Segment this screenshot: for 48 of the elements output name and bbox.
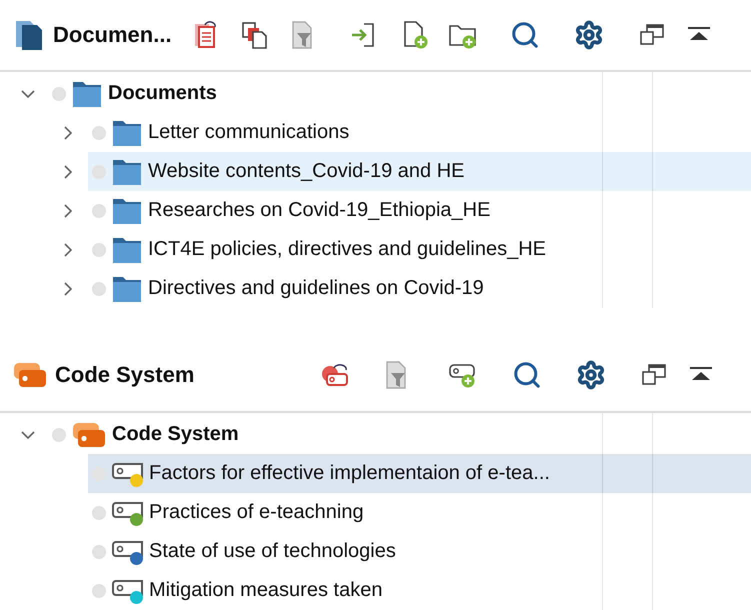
- tree-item-label[interactable]: Letter communications: [148, 121, 350, 144]
- panel-title: Code System: [55, 362, 194, 388]
- status-dot: [92, 164, 106, 178]
- tree-item-label[interactable]: Directives and guidelines on Covid-19: [148, 277, 484, 300]
- tree-row[interactable]: Documents: [48, 74, 751, 113]
- status-dot: [52, 86, 66, 100]
- tree-row[interactable]: Letter communications: [88, 113, 751, 152]
- tree-item-label[interactable]: Website contents_Covid-19 and HE: [148, 160, 464, 183]
- tree-row[interactable]: Researches on Covid-19_Ethiopia_HE: [88, 191, 751, 230]
- documents-icon: [13, 19, 45, 51]
- folder-icon: [112, 274, 142, 302]
- tree-row[interactable]: Directives and guidelines on Covid-19: [88, 269, 751, 308]
- tree-item-label[interactable]: Documents: [108, 82, 217, 105]
- search-icon[interactable]: [510, 20, 540, 50]
- panel-title: Documen...: [53, 22, 172, 48]
- folder-icon: [112, 118, 142, 146]
- settings-icon[interactable]: [576, 360, 606, 390]
- status-dot: [92, 506, 106, 520]
- tree-row[interactable]: ICT4E policies, directives and guidelines_HE: [88, 230, 751, 269]
- tree-row[interactable]: Mitigation measures taken: [88, 571, 751, 610]
- status-dot: [92, 584, 106, 598]
- folder-icon: [112, 236, 142, 264]
- tree-row[interactable]: Practices of e-teachning: [88, 493, 751, 532]
- tree-row[interactable]: State of use of technologies: [88, 532, 751, 571]
- tree-item-label[interactable]: Mitigation measures taken: [149, 579, 382, 602]
- tags-icon: [13, 360, 47, 388]
- tree-item-label[interactable]: State of use of technologies: [149, 540, 396, 563]
- tree-row[interactable]: Code System: [48, 415, 751, 454]
- tree-row[interactable]: Factors for effective implementaion of e-tea...: [88, 454, 751, 493]
- copy-documents-icon[interactable]: [240, 20, 270, 50]
- status-dot: [92, 242, 106, 256]
- folder-icon: [112, 196, 142, 224]
- search-icon[interactable]: [512, 360, 542, 390]
- tree-row[interactable]: Website contents_Covid-19 and HE: [88, 152, 751, 191]
- tree-item-label[interactable]: Practices of e-teachning: [149, 501, 364, 524]
- status-dot: [92, 544, 106, 558]
- settings-icon[interactable]: [574, 20, 604, 50]
- tree-item-label[interactable]: Code System: [112, 423, 239, 446]
- tags-icon: [72, 420, 106, 448]
- status-dot: [92, 126, 106, 140]
- status-dot: [92, 204, 106, 218]
- tree-item-label[interactable]: ICT4E policies, directives and guidelines_HE: [148, 238, 546, 261]
- status-dot: [52, 428, 66, 442]
- folder-icon: [72, 80, 102, 108]
- tree-item-label[interactable]: Researches on Covid-19_Ethiopia_HE: [148, 199, 490, 222]
- tree-item-label[interactable]: Factors for effective implementaion of e-tea...: [149, 462, 550, 485]
- folder-icon: [112, 158, 142, 186]
- status-dot: [92, 282, 106, 296]
